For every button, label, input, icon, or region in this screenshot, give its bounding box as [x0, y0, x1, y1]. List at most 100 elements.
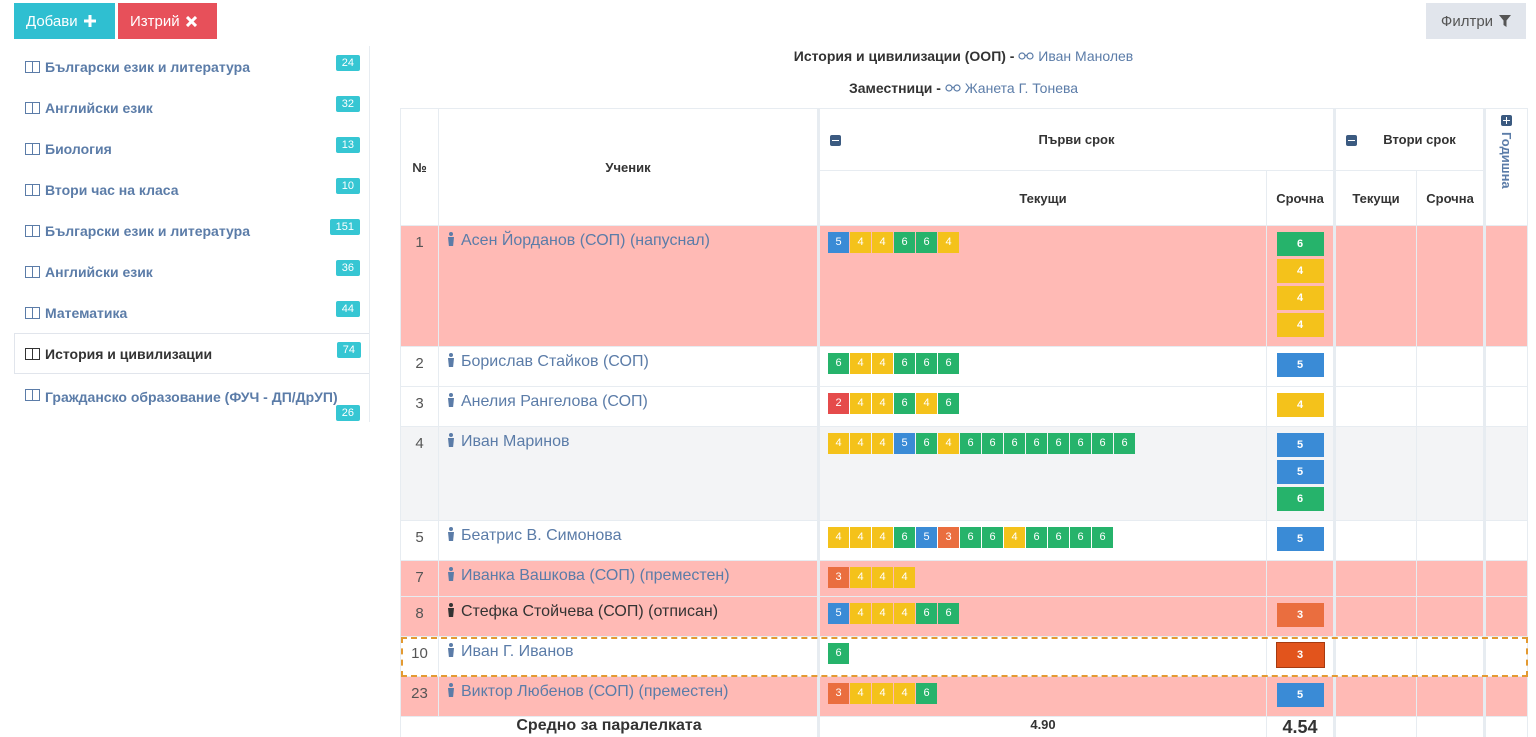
year-grade[interactable] [1483, 426, 1529, 521]
term2-exam-grades[interactable] [1416, 560, 1486, 597]
grade-badge[interactable]: 6 [938, 603, 959, 624]
grade-badge[interactable]: 4 [894, 603, 915, 624]
exam-grade-badge[interactable]: 4 [1276, 259, 1324, 283]
grade-badge[interactable]: 6 [1070, 527, 1091, 548]
grade-badge[interactable]: 4 [938, 433, 959, 454]
grade-badge[interactable]: 4 [828, 527, 849, 548]
grade-badge[interactable]: 6 [938, 393, 959, 414]
term1-current-grades[interactable]: 544466 [817, 596, 1267, 637]
grade-badge[interactable]: 6 [1092, 527, 1113, 548]
term2-exam-grades[interactable] [1416, 596, 1486, 637]
grade-badge[interactable]: 4 [872, 393, 893, 414]
grade-badge[interactable]: 6 [1026, 433, 1047, 454]
expand-year-icon[interactable] [1501, 115, 1513, 126]
grade-badge[interactable]: 4 [850, 393, 871, 414]
grade-badge[interactable]: 5 [828, 232, 849, 253]
student-name-link[interactable]: Беатрис В. Симонова [461, 527, 621, 544]
grade-badge[interactable]: 6 [916, 433, 937, 454]
grade-badge[interactable]: 6 [960, 433, 981, 454]
exam-grade-badge[interactable]: 4 [1276, 286, 1324, 310]
grade-badge[interactable]: 4 [850, 567, 871, 588]
grade-badge[interactable]: 4 [850, 683, 871, 704]
term2-current-grades[interactable] [1333, 596, 1418, 637]
grade-badge[interactable]: 6 [982, 433, 1003, 454]
collapse-term1-icon[interactable] [830, 135, 841, 146]
grade-badge[interactable]: 4 [872, 353, 893, 374]
grade-badge[interactable]: 6 [1048, 433, 1069, 454]
grade-badge[interactable]: 4 [916, 393, 937, 414]
term2-current-grades[interactable] [1333, 426, 1418, 521]
student-name-link[interactable]: Анелия Рангелова (СОП) [461, 393, 648, 410]
grade-badge[interactable]: 4 [872, 567, 893, 588]
grade-badge[interactable]: 2 [828, 393, 849, 414]
term1-current-grades[interactable]: 244646 [817, 386, 1267, 427]
term2-exam-grades[interactable] [1416, 346, 1486, 387]
term1-current-grades[interactable]: 4446536646666 [817, 520, 1267, 561]
grade-badge[interactable]: 5 [828, 603, 849, 624]
grade-badge[interactable]: 4 [828, 433, 849, 454]
grade-badge[interactable]: 4 [850, 527, 871, 548]
exam-grade-badge[interactable]: 6 [1276, 487, 1324, 511]
term1-exam-grades[interactable]: 5 [1265, 346, 1336, 387]
term1-current-grades[interactable]: 544664 [817, 225, 1267, 347]
term2-current-grades[interactable] [1333, 560, 1418, 597]
term2-current-grades[interactable] [1333, 346, 1418, 387]
delete-button[interactable]: Изтрий [118, 3, 217, 39]
grade-badge[interactable]: 3 [938, 527, 959, 548]
term2-exam-grades[interactable] [1416, 426, 1486, 521]
sidebar-item-subject[interactable]: Гражданско образование (ФУЧ - ДП/ДрУП) 26 [14, 374, 369, 422]
grade-badge[interactable]: 3 [828, 683, 849, 704]
grade-badge[interactable]: 6 [938, 353, 959, 374]
grade-badge[interactable]: 6 [1092, 433, 1113, 454]
sidebar-item-subject[interactable]: Английски език 36 [14, 251, 369, 292]
sidebar-item-subject[interactable]: Биология 13 [14, 128, 369, 169]
exam-grade-badge[interactable]: 5 [1276, 460, 1324, 484]
term1-exam-grades[interactable]: 5 [1265, 520, 1336, 561]
grade-badge[interactable]: 6 [916, 232, 937, 253]
term2-current-grades[interactable] [1333, 676, 1418, 717]
grade-badge[interactable]: 6 [916, 353, 937, 374]
grade-badge[interactable]: 6 [894, 353, 915, 374]
grade-badge[interactable]: 4 [872, 527, 893, 548]
term2-current-grades[interactable] [1333, 636, 1418, 677]
term2-current-grades[interactable] [1333, 520, 1418, 561]
grade-badge[interactable]: 4 [872, 433, 893, 454]
grade-badge[interactable]: 6 [982, 527, 1003, 548]
student-name-link[interactable]: Борислав Стайков (СОП) [461, 353, 649, 370]
term2-current-grades[interactable] [1333, 386, 1418, 427]
year-grade[interactable] [1483, 386, 1529, 427]
year-grade[interactable] [1483, 636, 1529, 677]
grade-badge[interactable]: 4 [1004, 527, 1025, 548]
exam-grade-badge[interactable]: 3 [1275, 642, 1325, 668]
year-grade[interactable] [1483, 596, 1529, 637]
term1-current-grades[interactable]: 34446 [817, 676, 1267, 717]
student-name-link[interactable]: Виктор Любенов (СОП) (преместен) [461, 683, 728, 700]
exam-grade-badge[interactable]: 4 [1276, 393, 1324, 417]
grade-badge[interactable]: 3 [828, 567, 849, 588]
term1-exam-grades[interactable]: 4 [1265, 386, 1336, 427]
exam-grade-badge[interactable]: 4 [1276, 313, 1324, 337]
year-grade[interactable] [1483, 346, 1529, 387]
sidebar-item-subject[interactable]: Български език и литература 24 [14, 46, 369, 87]
grade-badge[interactable]: 4 [850, 353, 871, 374]
year-grade[interactable] [1483, 560, 1529, 597]
grade-badge[interactable]: 6 [894, 232, 915, 253]
year-grade[interactable] [1483, 520, 1529, 561]
add-button[interactable]: Добави [14, 3, 115, 39]
term1-exam-grades[interactable]: 5 [1265, 676, 1336, 717]
grade-badge[interactable]: 4 [872, 232, 893, 253]
teacher-link[interactable]: Иван Манолев [1018, 48, 1133, 64]
term1-exam-grades[interactable]: 6 4 4 4 [1265, 225, 1336, 347]
term2-exam-grades[interactable] [1416, 225, 1486, 347]
term1-exam-grades[interactable]: 3 [1265, 636, 1336, 677]
year-grade[interactable] [1483, 676, 1529, 717]
exam-grade-badge[interactable]: 5 [1276, 353, 1324, 377]
term1-current-grades[interactable]: 6 [817, 636, 1267, 677]
collapse-term2-icon[interactable] [1346, 135, 1358, 146]
grade-badge[interactable]: 6 [916, 683, 937, 704]
term1-exam-grades[interactable]: 5 5 6 [1265, 426, 1336, 521]
student-name-link[interactable]: Иван Маринов [461, 433, 569, 450]
sidebar-item-subject[interactable]: Втори час на класа 10 [14, 169, 369, 210]
term2-exam-grades[interactable] [1416, 386, 1486, 427]
grade-badge[interactable]: 6 [828, 353, 849, 374]
